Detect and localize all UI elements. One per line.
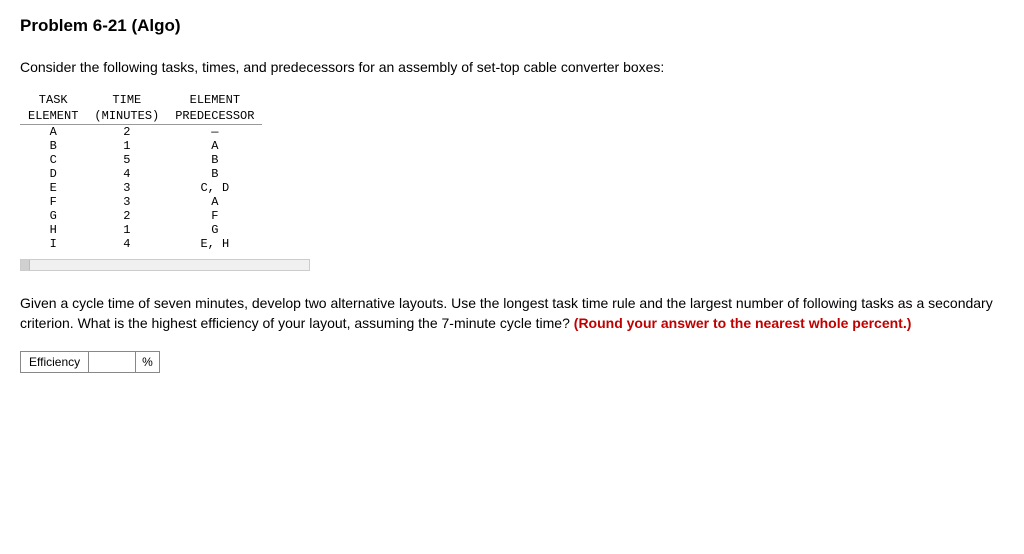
intro-text: Consider the following tasks, times, and… (20, 58, 1004, 78)
question-text: Given a cycle time of seven minutes, dev… (20, 293, 1004, 334)
cell-pred: — (167, 124, 262, 139)
table-row: F 3 A (20, 195, 262, 209)
cell-time: 4 (86, 237, 167, 251)
table-header-row-1: TASK TIME ELEMENT (20, 92, 262, 108)
cell-element: I (20, 237, 86, 251)
cell-element: F (20, 195, 86, 209)
th-time: TIME (86, 92, 167, 108)
cell-pred: B (167, 153, 262, 167)
table-header-row-2: ELEMENT (MINUTES) PREDECESSOR (20, 108, 262, 125)
cell-time: 2 (86, 124, 167, 139)
cell-element: D (20, 167, 86, 181)
cell-pred: E, H (167, 237, 262, 251)
cell-element: A (20, 124, 86, 139)
cell-time: 1 (86, 139, 167, 153)
cell-pred: A (167, 139, 262, 153)
cell-element: C (20, 153, 86, 167)
cell-time: 1 (86, 223, 167, 237)
cell-time: 5 (86, 153, 167, 167)
cell-pred: A (167, 195, 262, 209)
table-row: C 5 B (20, 153, 262, 167)
th-predecessor: PREDECESSOR (167, 108, 262, 125)
cell-pred: F (167, 209, 262, 223)
answer-row: Efficiency % (20, 351, 160, 373)
cell-time: 3 (86, 181, 167, 195)
table-row: I 4 E, H (20, 237, 262, 251)
table-row: A 2 — (20, 124, 262, 139)
horizontal-scrollbar[interactable] (20, 259, 310, 271)
efficiency-input[interactable] (89, 352, 136, 372)
problem-title: Problem 6-21 (Algo) (20, 16, 1004, 36)
cell-pred: B (167, 167, 262, 181)
cell-time: 3 (86, 195, 167, 209)
cell-time: 2 (86, 209, 167, 223)
cell-element: E (20, 181, 86, 195)
table-row: B 1 A (20, 139, 262, 153)
efficiency-unit: % (136, 352, 159, 372)
cell-pred: C, D (167, 181, 262, 195)
table-row: H 1 G (20, 223, 262, 237)
cell-element: H (20, 223, 86, 237)
table-row: D 4 B (20, 167, 262, 181)
table-row: E 3 C, D (20, 181, 262, 195)
scrollbar-thumb[interactable] (21, 260, 30, 270)
cell-pred: G (167, 223, 262, 237)
th-element-sub: ELEMENT (20, 108, 86, 125)
cell-time: 4 (86, 167, 167, 181)
efficiency-label: Efficiency (21, 352, 89, 372)
th-task: TASK (20, 92, 86, 108)
question-rounding-note: (Round your answer to the nearest whole … (574, 315, 912, 331)
th-minutes: (MINUTES) (86, 108, 167, 125)
table-row: G 2 F (20, 209, 262, 223)
th-element: ELEMENT (167, 92, 262, 108)
cell-element: G (20, 209, 86, 223)
task-table: TASK TIME ELEMENT ELEMENT (MINUTES) PRED… (20, 92, 262, 251)
cell-element: B (20, 139, 86, 153)
task-table-wrapper: TASK TIME ELEMENT ELEMENT (MINUTES) PRED… (20, 92, 310, 271)
